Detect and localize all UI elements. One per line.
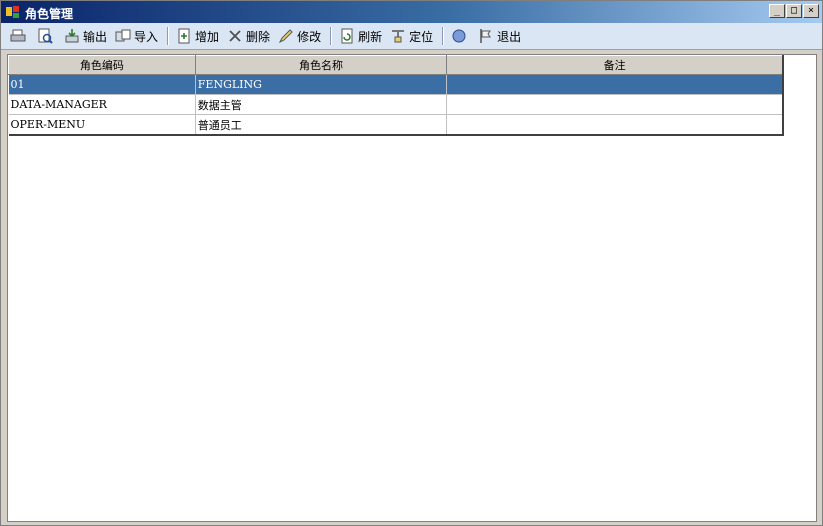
close-button[interactable]: × [803,4,819,18]
edit-button[interactable]: 修改 [275,25,324,47]
role-grid: 角色编码 角色名称 备注 01 FENGLING DATA-MANAGER 数据… [8,55,784,136]
import-label: 导入 [134,29,159,44]
import-button[interactable]: 导入 [112,25,161,47]
toolbar: 输出 导入 增加 删除 修改 刷新 定位 退出 [1,23,822,50]
title-bar[interactable]: 角色管理 _ □ × [1,1,822,23]
help-icon [452,29,466,43]
cell-role-name[interactable]: 数据主管 [195,94,448,115]
column-header-role-code[interactable]: 角色编码 [8,55,196,75]
window-title: 角色管理 [25,7,74,21]
export-button[interactable]: 输出 [61,25,110,47]
column-header-note[interactable]: 备注 [446,55,784,75]
cell-role-name[interactable]: FENGLING [195,74,448,95]
cell-role-code[interactable]: OPER-MENU [8,114,196,136]
add-button[interactable]: 增加 [173,25,222,47]
locate-button[interactable]: 定位 [387,25,436,47]
toolbar-separator [330,27,333,45]
edit-icon [278,29,293,44]
print-preview-button[interactable] [34,25,59,47]
add-icon [178,28,190,44]
delete-button[interactable]: 删除 [224,25,273,47]
cell-note[interactable] [446,94,784,115]
exit-button[interactable]: 退出 [475,25,524,47]
refresh-icon [341,28,353,44]
cell-role-name[interactable]: 普通员工 [195,114,448,136]
table-row[interactable]: DATA-MANAGER 数据主管 [8,94,784,115]
edit-label: 修改 [297,29,322,44]
cell-note[interactable] [446,114,784,136]
exit-icon [480,29,492,43]
help-button[interactable] [448,25,473,47]
cell-note[interactable] [446,74,784,95]
import-icon [115,29,131,42]
toolbar-separator [442,27,445,45]
export-icon [65,29,79,43]
app-icon [6,6,19,18]
role-management-window: 角色管理 _ □ × 输出 导入 增加 删除 修改 刷新 定位 退出 角色编码 … [0,0,823,526]
column-header-role-name[interactable]: 角色名称 [194,55,448,75]
print-button[interactable] [7,25,32,47]
delete-label: 删除 [246,29,271,44]
minimize-button[interactable]: _ [769,4,785,18]
refresh-button[interactable]: 刷新 [336,25,385,47]
locate-icon [392,30,405,43]
refresh-label: 刷新 [358,29,383,44]
print-icon [10,29,26,42]
export-label: 输出 [83,29,108,44]
delete-icon [229,30,241,42]
locate-label: 定位 [409,29,434,44]
print-preview-icon [38,28,53,44]
table-row[interactable]: OPER-MENU 普通员工 [8,114,784,136]
toolbar-separator [167,27,170,45]
cell-role-code[interactable]: 01 [8,74,196,95]
role-grid-container[interactable]: 角色编码 角色名称 备注 01 FENGLING DATA-MANAGER 数据… [7,54,817,522]
maximize-button[interactable]: □ [786,4,802,18]
exit-label: 退出 [497,29,522,44]
table-row[interactable]: 01 FENGLING [8,74,784,95]
cell-role-code[interactable]: DATA-MANAGER [8,94,196,115]
add-label: 增加 [195,29,220,44]
